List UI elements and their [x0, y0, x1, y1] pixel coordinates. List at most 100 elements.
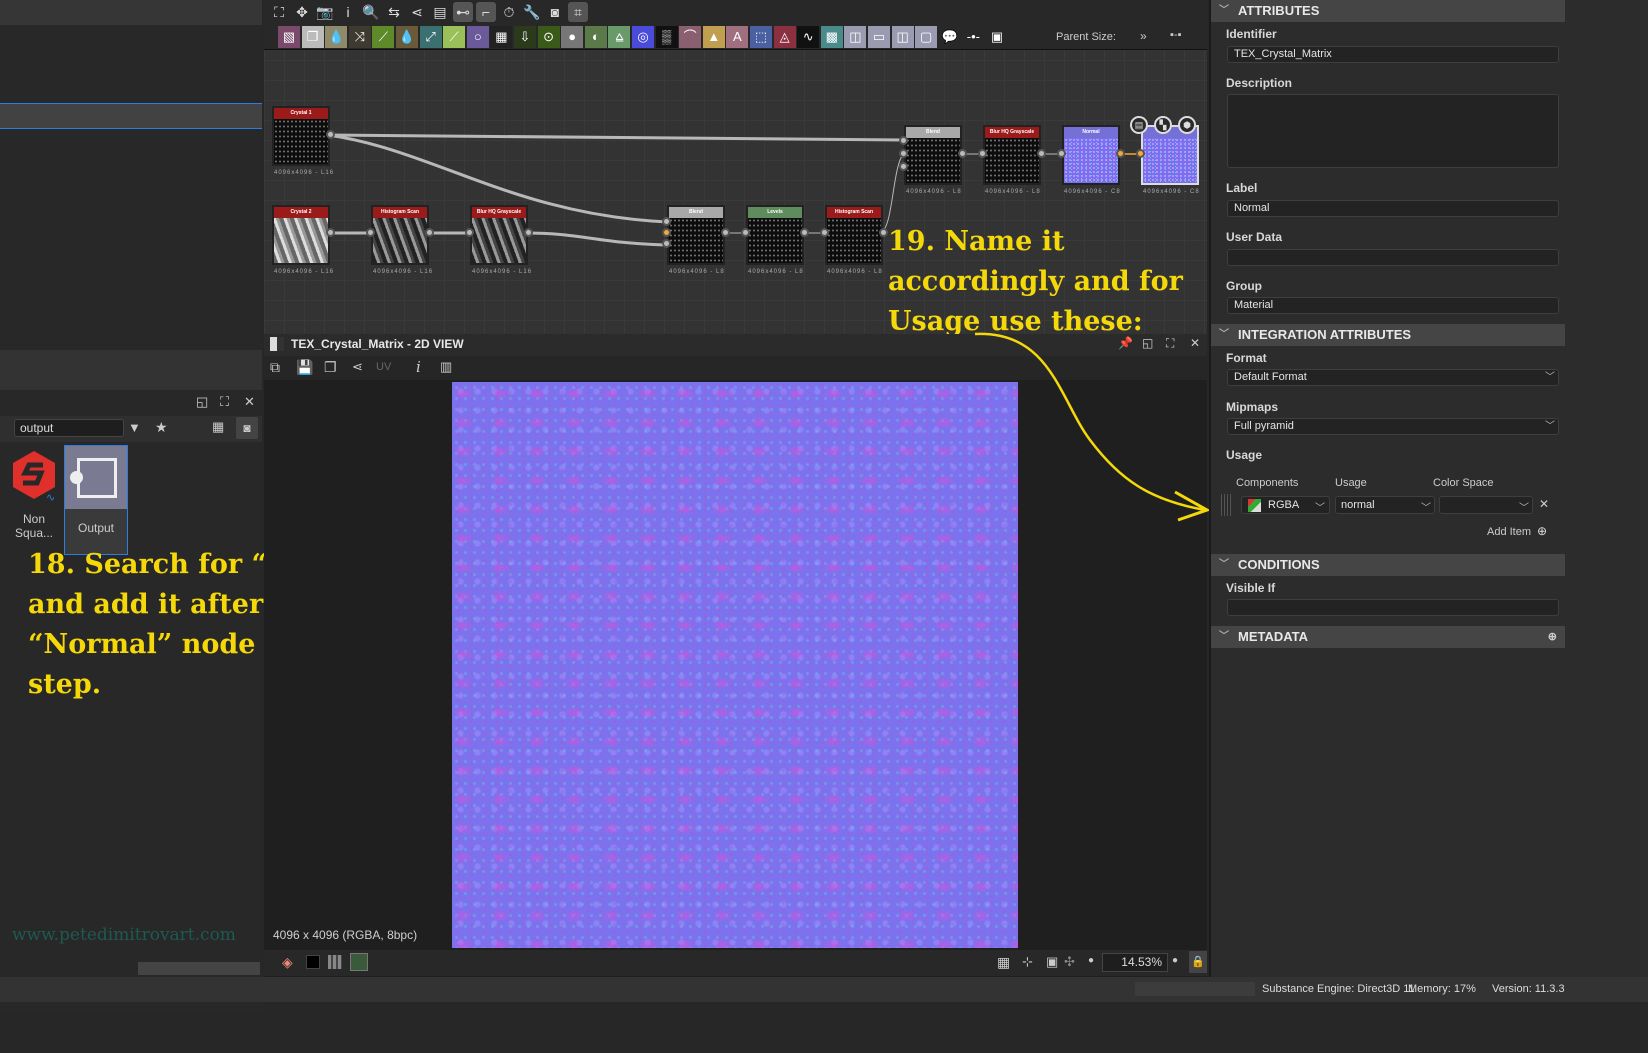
pixel-ruler-icon[interactable]: ⊹	[1022, 954, 1033, 970]
output-port[interactable]	[326, 228, 335, 237]
fit-1-1-icon[interactable]: ✥	[292, 2, 312, 22]
more-button[interactable]: »	[1140, 29, 1147, 43]
add-metadata-icon[interactable]: ⊕	[1548, 626, 1557, 648]
zoom-icon[interactable]: 🔍	[361, 2, 381, 22]
grayscale-icon[interactable]: 💧	[396, 26, 418, 48]
tile-icon[interactable]: ▦	[997, 954, 1010, 971]
display-icon[interactable]: ◙	[545, 2, 565, 22]
output-port[interactable]	[1116, 149, 1125, 158]
label-input[interactable]: Normal	[1227, 200, 1559, 217]
stack-icon[interactable]: ▤	[430, 2, 450, 22]
shuffle-icon[interactable]: ⤨	[348, 26, 371, 48]
graph-node[interactable]: Blend 4096x4096 - L8	[662, 205, 730, 275]
user-data-input[interactable]	[1227, 249, 1559, 266]
output-port[interactable]	[721, 228, 730, 237]
background-image-icon[interactable]	[350, 953, 368, 971]
info-icon[interactable]: i	[416, 358, 421, 376]
input-port[interactable]	[1057, 149, 1066, 158]
histogram-icon[interactable]: ▥	[440, 359, 452, 375]
library-item-non-square[interactable]: ∿ Non Squa...	[2, 445, 66, 555]
fx-map-icon[interactable]: ◬	[773, 26, 796, 48]
curve-icon[interactable]: ⟋	[372, 26, 395, 48]
checker-icon[interactable]: ▚	[1154, 116, 1172, 134]
background-checker-icon[interactable]	[328, 955, 342, 969]
group-input[interactable]: Material	[1227, 297, 1559, 314]
explorer-selected-row[interactable]	[0, 103, 262, 129]
connector-icon[interactable]: ⊷	[453, 2, 473, 22]
camera-icon[interactable]: 📷	[315, 2, 335, 22]
section-attributes[interactable]: ﹀ ATTRIBUTES	[1211, 0, 1565, 22]
copy-view-icon[interactable]: ⧉	[270, 359, 280, 376]
output-port[interactable]	[1037, 149, 1046, 158]
remove-usage-icon[interactable]: ✕	[1539, 497, 1549, 511]
frame-node-icon[interactable]: -•-	[962, 26, 985, 48]
graph-node[interactable]: Blend 4096x4096 - L8	[899, 125, 967, 195]
hierarchy-icon[interactable]: ⋖	[407, 2, 427, 22]
pin-icon[interactable]: 📌	[1118, 336, 1133, 350]
description-input[interactable]	[1227, 94, 1559, 168]
components-select[interactable]: RGBA ﹀	[1241, 496, 1330, 514]
uv-toggle[interactable]: UV	[376, 361, 391, 373]
copy-icon[interactable]: ❐	[324, 359, 337, 376]
graph-node[interactable]: Levels 4096x4096 - L8	[741, 205, 809, 275]
save-icon[interactable]: 💾	[296, 359, 313, 376]
noise-icon[interactable]: ◎	[632, 26, 654, 48]
input-port[interactable]	[465, 228, 474, 237]
warp-icon[interactable]: ⌒	[679, 26, 702, 48]
step-link-icon[interactable]: ⌐	[476, 2, 496, 22]
circle-icon[interactable]: ○	[466, 26, 489, 48]
input-port[interactable]	[899, 136, 908, 145]
voronoi-icon[interactable]: ∿	[797, 26, 820, 48]
library-item-output[interactable]: Output	[64, 445, 128, 555]
lock-icon[interactable]: 🔒	[1189, 951, 1207, 973]
spline-icon[interactable]: ▒	[655, 26, 678, 48]
sample-icon[interactable]: ⇩	[514, 26, 536, 48]
fit-icon[interactable]: ▣	[1046, 954, 1058, 970]
wrench-icon[interactable]: 🔧	[522, 2, 542, 22]
gradient-icon[interactable]: ⟋	[443, 26, 466, 48]
output-icon[interactable]: ◫	[891, 26, 914, 48]
input-port[interactable]	[978, 149, 987, 158]
output-port[interactable]	[800, 228, 809, 237]
section-metadata[interactable]: ﹀ METADATA ⊕	[1211, 626, 1565, 648]
drag-handle[interactable]	[1221, 494, 1231, 516]
transform-icon[interactable]: ⤢	[419, 26, 442, 48]
input-port[interactable]	[662, 228, 671, 237]
maximize-icon[interactable]: ⛶	[1166, 336, 1174, 351]
input-port[interactable]	[662, 217, 671, 226]
graph-node[interactable]: 4096x4096 - C8	[1136, 125, 1199, 195]
maximize-icon[interactable]: ⛶	[220, 394, 229, 410]
format-select[interactable]: Default Format ﹀	[1227, 369, 1559, 386]
section-integration-attributes[interactable]: ﹀ INTEGRATION ATTRIBUTES	[1211, 324, 1565, 346]
output-port[interactable]	[879, 228, 888, 237]
background-black-icon[interactable]	[306, 955, 320, 969]
identifier-input[interactable]: TEX_Crystal_Matrix	[1227, 46, 1559, 63]
info-icon[interactable]: i	[338, 2, 358, 22]
bbox-icon[interactable]: A	[726, 26, 749, 48]
add-item-button[interactable]: Add Item	[1487, 526, 1531, 538]
input-gray-icon[interactable]: ◫	[844, 26, 867, 48]
library-search-input[interactable]	[14, 419, 124, 437]
graph-node[interactable]: Blur HQ Grayscale 4096x4096 - L8	[978, 125, 1046, 195]
tile-icon[interactable]: ▦	[490, 26, 513, 48]
graph-node[interactable]: Crystal 1 4096x4096 - L16	[272, 106, 335, 176]
fill-icon[interactable]: ⬚	[750, 26, 772, 48]
frame-icon[interactable]: ⛶	[269, 2, 289, 22]
node-link-icon[interactable]: ⇆	[384, 2, 404, 22]
graph-node[interactable]: Crystal 2 4096x4096 - L16	[272, 205, 335, 275]
input-port[interactable]	[899, 162, 908, 171]
comment-icon[interactable]: ▢	[915, 26, 938, 48]
graph-node[interactable]: Normal 4096x4096 - C8	[1057, 125, 1125, 195]
link-mode-icon[interactable]: ▪-▪	[1170, 29, 1181, 41]
grid-view-icon[interactable]: ▦	[212, 419, 224, 435]
pan-icon[interactable]: ✣	[1064, 954, 1075, 970]
color-space-select[interactable]: ﹀	[1439, 496, 1533, 514]
filter-icon[interactable]: ▼	[128, 420, 141, 435]
visible-if-input[interactable]	[1227, 599, 1559, 616]
pixel-processor-icon[interactable]: ⊙	[537, 26, 560, 48]
document-icon[interactable]: ▤	[1130, 116, 1148, 134]
close-icon[interactable]: ✕	[244, 394, 255, 410]
section-conditions[interactable]: ﹀ CONDITIONS	[1211, 554, 1565, 576]
graph-node[interactable]: Histogram Scan 4096x4096 - L8	[820, 205, 888, 275]
input-port[interactable]	[366, 228, 375, 237]
